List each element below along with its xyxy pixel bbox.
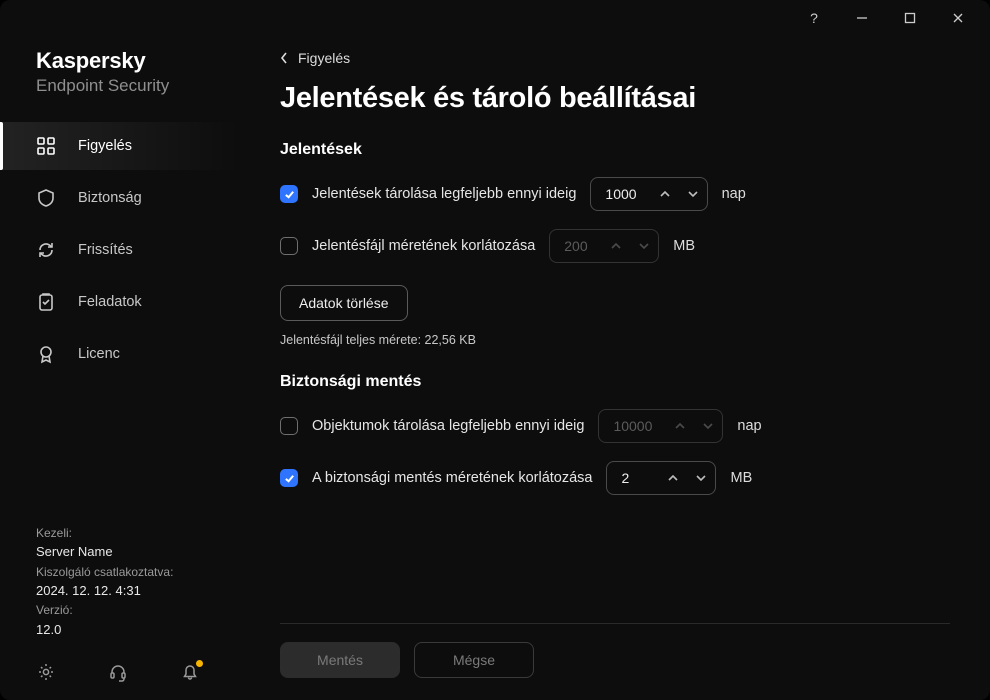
nav-label: Licenc bbox=[78, 346, 120, 362]
stepper-up bbox=[666, 409, 694, 443]
server-connected-value: 2024. 12. 12. 4:31 bbox=[36, 581, 240, 601]
close-button[interactable] bbox=[938, 4, 978, 32]
chevron-up-icon bbox=[660, 189, 670, 199]
minimize-button[interactable] bbox=[842, 4, 882, 32]
checkbox-backup-limit[interactable] bbox=[280, 469, 298, 487]
main-panel: Figyelés Jelentések és tároló beállítása… bbox=[240, 36, 990, 700]
stepper-up[interactable] bbox=[659, 461, 687, 495]
cancel-button[interactable]: Mégse bbox=[414, 642, 534, 678]
row-reports-store-duration: Jelentések tárolása legfeljebb ennyi ide… bbox=[280, 177, 950, 211]
stepper-backup-days: 10000 bbox=[598, 409, 723, 443]
titlebar: ? bbox=[0, 0, 990, 36]
version-value: 12.0 bbox=[36, 620, 240, 640]
managed-by-value: Server Name bbox=[36, 542, 240, 562]
maximize-button[interactable] bbox=[890, 4, 930, 32]
nav-item-monitoring[interactable]: Figyelés bbox=[0, 122, 240, 170]
stepper-value[interactable]: 2 bbox=[607, 470, 659, 486]
nav-label: Biztonság bbox=[78, 190, 142, 206]
brand-name: Kaspersky bbox=[36, 48, 204, 74]
close-icon bbox=[952, 12, 964, 24]
chevron-down-icon bbox=[639, 241, 649, 251]
report-file-size: Jelentésfájl teljes mérete: 22,56 KB bbox=[280, 333, 950, 347]
nav-item-update[interactable]: Frissítés bbox=[0, 226, 240, 274]
chevron-left-icon bbox=[280, 52, 288, 64]
unit-days: nap bbox=[722, 186, 746, 202]
unit-days: nap bbox=[737, 418, 761, 434]
settings-button[interactable] bbox=[36, 662, 56, 682]
badge-icon bbox=[36, 344, 56, 364]
clear-data-button[interactable]: Adatok törlése bbox=[280, 285, 408, 321]
label-reports-limit: Jelentésfájl méretének korlátozása bbox=[312, 238, 535, 254]
sidebar: Kaspersky Endpoint Security Figyelés Biz… bbox=[0, 36, 240, 700]
help-icon: ? bbox=[810, 10, 818, 26]
stepper-down[interactable] bbox=[687, 461, 715, 495]
save-button[interactable]: Mentés bbox=[280, 642, 400, 678]
server-connected-label: Kiszolgáló csatlakoztatva: bbox=[36, 563, 240, 582]
checkbox-reports-store[interactable] bbox=[280, 185, 298, 203]
chevron-down-icon bbox=[696, 473, 706, 483]
notification-dot-icon bbox=[196, 660, 203, 667]
breadcrumb-label: Figyelés bbox=[298, 50, 350, 66]
nav-label: Figyelés bbox=[78, 138, 132, 154]
chevron-up-icon bbox=[675, 421, 685, 431]
stepper-value: 200 bbox=[550, 238, 602, 254]
row-backup-store-duration: Objektumok tárolása legfeljebb ennyi ide… bbox=[280, 409, 950, 443]
headset-icon bbox=[108, 662, 128, 682]
managed-by-label: Kezeli: bbox=[36, 524, 240, 543]
label-backup-store: Objektumok tárolása legfeljebb ennyi ide… bbox=[312, 418, 584, 434]
app-window: ? Kaspersky Endpoint Security Figyelés bbox=[0, 0, 990, 700]
help-button[interactable]: ? bbox=[794, 4, 834, 32]
nav-item-security[interactable]: Biztonság bbox=[0, 174, 240, 222]
refresh-icon bbox=[36, 240, 56, 260]
stepper-value[interactable]: 1000 bbox=[591, 186, 650, 202]
nav-label: Frissítés bbox=[78, 242, 133, 258]
support-button[interactable] bbox=[108, 662, 128, 682]
nav: Figyelés Biztonság Frissítés bbox=[0, 122, 240, 378]
section-heading-backup: Biztonsági mentés bbox=[280, 373, 950, 391]
chevron-down-icon bbox=[703, 421, 713, 431]
stepper-value: 10000 bbox=[599, 418, 666, 434]
brand: Kaspersky Endpoint Security bbox=[0, 40, 240, 114]
stepper-down bbox=[630, 229, 658, 263]
maximize-icon bbox=[904, 12, 916, 24]
checkbox-reports-limit[interactable] bbox=[280, 237, 298, 255]
section-heading-reports: Jelentések bbox=[280, 141, 950, 159]
stepper-up bbox=[602, 229, 630, 263]
stepper-down[interactable] bbox=[679, 177, 707, 211]
stepper-backup-mb: 2 bbox=[606, 461, 716, 495]
gear-icon bbox=[36, 662, 56, 682]
stepper-down bbox=[694, 409, 722, 443]
chevron-down-icon bbox=[688, 189, 698, 199]
stepper-reports-days: 1000 bbox=[590, 177, 707, 211]
checkbox-backup-store[interactable] bbox=[280, 417, 298, 435]
nav-item-tasks[interactable]: Feladatok bbox=[0, 278, 240, 326]
nav-item-license[interactable]: Licenc bbox=[0, 330, 240, 378]
label-backup-limit: A biztonsági mentés méretének korlátozás… bbox=[312, 470, 592, 486]
stepper-reports-mb: 200 bbox=[549, 229, 659, 263]
bottom-icons bbox=[0, 648, 240, 700]
unit-mb: MB bbox=[730, 470, 752, 486]
nav-label: Feladatok bbox=[78, 294, 142, 310]
chevron-up-icon bbox=[611, 241, 621, 251]
status-block: Kezeli: Server Name Kiszolgáló csatlakoz… bbox=[0, 524, 240, 648]
row-reports-limit-size: Jelentésfájl méretének korlátozása 200 M… bbox=[280, 229, 950, 263]
notifications-button[interactable] bbox=[180, 662, 200, 682]
check-icon bbox=[284, 473, 295, 484]
shield-icon bbox=[36, 188, 56, 208]
page-title: Jelentések és tároló beállításai bbox=[280, 82, 950, 115]
chevron-up-icon bbox=[668, 473, 678, 483]
check-icon bbox=[284, 189, 295, 200]
version-label: Verzió: bbox=[36, 601, 240, 620]
row-backup-limit-size: A biztonsági mentés méretének korlátozás… bbox=[280, 461, 950, 495]
dashboard-icon bbox=[36, 136, 56, 156]
brand-subtitle: Endpoint Security bbox=[36, 76, 204, 96]
stepper-up[interactable] bbox=[651, 177, 679, 211]
breadcrumb-back[interactable]: Figyelés bbox=[280, 44, 950, 72]
clipboard-icon bbox=[36, 292, 56, 312]
label-reports-store: Jelentések tárolása legfeljebb ennyi ide… bbox=[312, 186, 576, 202]
minimize-icon bbox=[856, 12, 868, 24]
footer-bar: Mentés Mégse bbox=[280, 623, 950, 700]
unit-mb: MB bbox=[673, 238, 695, 254]
